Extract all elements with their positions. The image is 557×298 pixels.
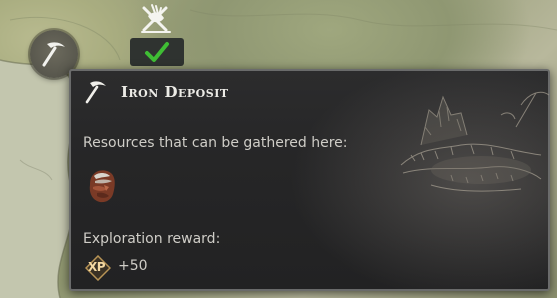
- status-badge: [130, 38, 184, 66]
- resources-label: Resources that can be gathered here:: [83, 135, 348, 151]
- xp-value: +50: [118, 258, 148, 274]
- iron-ore-icon[interactable]: [87, 167, 117, 205]
- tooltip-header: Iron Deposit: [83, 79, 229, 105]
- pickaxe-icon: [42, 42, 65, 67]
- world-map[interactable]: Iron Deposit Resources that can be gathe…: [0, 0, 557, 298]
- iron-deposit-sketch: [400, 91, 550, 192]
- reward-label: Exploration reward:: [83, 231, 221, 247]
- xp-label: XP: [88, 260, 106, 274]
- scout-unit-icon[interactable]: [136, 2, 176, 38]
- tooltip-title: Iron Deposit: [121, 83, 229, 101]
- checkmark-icon: [145, 42, 169, 62]
- xp-badge: XP: [85, 255, 111, 281]
- location-tooltip: Iron Deposit Resources that can be gathe…: [69, 69, 550, 291]
- pickaxe-icon: [85, 81, 106, 104]
